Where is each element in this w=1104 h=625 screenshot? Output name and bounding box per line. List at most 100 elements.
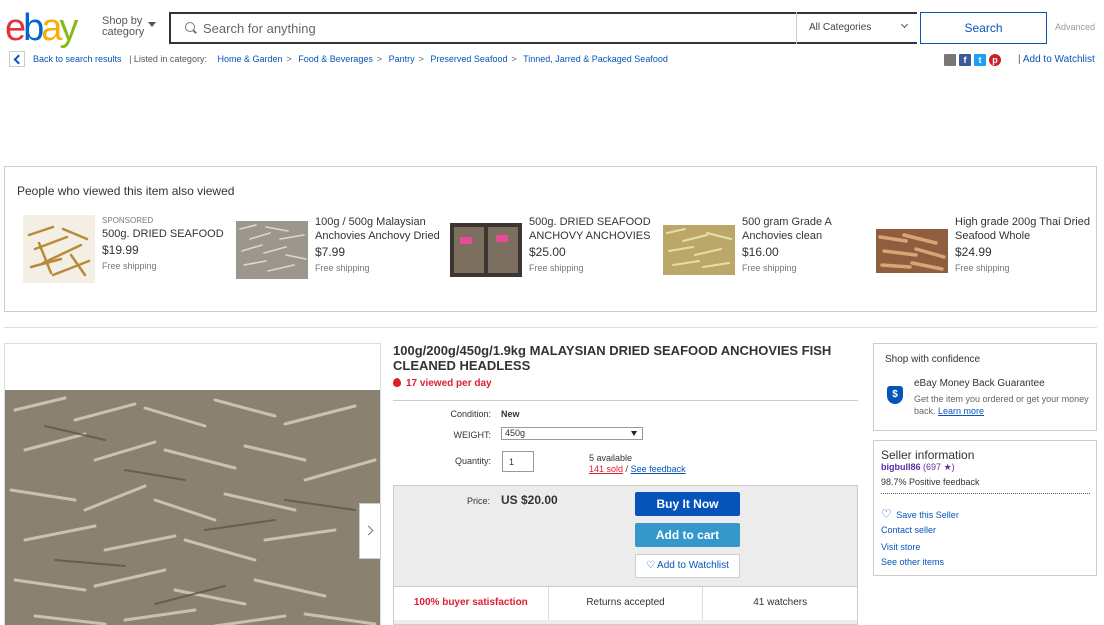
search-input[interactable] <box>203 18 793 38</box>
flame-icon <box>393 378 401 387</box>
contact-seller-link[interactable]: Contact seller <box>881 525 936 535</box>
star-icon: ★ <box>943 462 952 472</box>
slash-separator: / <box>625 464 629 474</box>
shop-by-category-button[interactable]: Shop by category <box>102 16 158 38</box>
also-viewed-item[interactable]: High grade 200g Thai Dried Seafood Whole… <box>876 215 1090 285</box>
also-viewed-item[interactable]: 500 gram Grade A Anchovies clean $16.00 … <box>663 215 873 285</box>
shield-icon: $ <box>887 386 903 404</box>
chevron-down-icon <box>900 20 909 29</box>
breadcrumb-pantry[interactable]: Pantry <box>389 54 415 64</box>
share-icons: f t p <box>944 54 1001 66</box>
item-title[interactable]: 500 gram Grade A Anchovies clean <box>742 215 882 243</box>
anchovies-photo <box>5 390 380 625</box>
also-viewed-item[interactable]: SPONSORED 500g. DRIED SEAFOOD $19.99 Fre… <box>23 215 233 285</box>
save-seller-link[interactable]: ♡ Save this Seller <box>881 507 959 521</box>
viewed-text: 17 viewed per day <box>406 378 492 389</box>
seller-name-link[interactable]: bigbull86 <box>881 462 921 472</box>
email-icon[interactable] <box>944 54 956 66</box>
breadcrumb-home-garden[interactable]: Home & Garden <box>217 54 282 64</box>
breadcrumb-food-beverages[interactable]: Food & Beverages <box>298 54 373 64</box>
add-to-watchlist-button[interactable]: ♡ Add to Watchlist <box>635 554 740 578</box>
shop-with-confidence: Shop with confidence $ eBay Money Back G… <box>873 343 1097 431</box>
search-icon <box>185 22 195 32</box>
section-divider <box>4 327 1097 328</box>
product-thumbnail <box>236 221 308 279</box>
learn-more-link[interactable]: Learn more <box>938 406 984 416</box>
back-to-results-link[interactable]: Back to search results <box>33 54 122 64</box>
item-title[interactable]: High grade 200g Thai Dried Seafood Whole <box>955 215 1095 243</box>
visit-store-link[interactable]: Visit store <box>881 542 920 552</box>
weight-select[interactable]: 450g <box>501 427 643 440</box>
ebay-logo[interactable]: ebay <box>5 6 78 50</box>
product-thumbnail <box>23 215 95 283</box>
search-bar: All Categories <box>169 12 917 44</box>
buy-panel: Price: US $20.00 Buy It Now Add to cart … <box>393 485 858 625</box>
seller-name-row: bigbull86 (697 ★) <box>881 462 955 473</box>
buy-it-now-button[interactable]: Buy It Now <box>635 492 740 516</box>
score-close: ) <box>951 462 955 472</box>
returns-accepted: Returns accepted <box>549 587 704 620</box>
add-to-watchlist-link[interactable]: Add to Watchlist <box>1023 54 1095 65</box>
breadcrumb-separator: > <box>286 54 292 64</box>
advanced-search-link[interactable]: Advanced <box>1055 22 1095 32</box>
feedback-score[interactable]: (697 <box>923 462 941 472</box>
add-to-watchlist-label: Add to Watchlist <box>657 560 729 571</box>
breadcrumb-separator: > <box>418 54 424 64</box>
also-viewed-item[interactable]: 100g / 500g Malaysian Anchovies Anchovy … <box>236 215 446 285</box>
logo-letter-b: b <box>23 7 44 49</box>
listed-in-label: | Listed in category: <box>129 54 207 64</box>
add-to-cart-button[interactable]: Add to cart <box>635 523 740 547</box>
logo-letter-a: a <box>41 7 62 49</box>
search-button[interactable]: Search <box>920 12 1047 44</box>
see-other-items-link[interactable]: See other items <box>881 557 944 567</box>
twitter-icon[interactable]: t <box>974 54 986 66</box>
back-arrow-icon[interactable] <box>9 51 25 67</box>
breadcrumb-separator: > <box>511 54 517 64</box>
item-price: $25.00 <box>529 245 566 259</box>
weight-label: WEIGHT: <box>453 430 492 440</box>
logo-letter-y: y <box>59 7 78 49</box>
item-price: $19.99 <box>102 243 139 257</box>
logo-letter-e: e <box>5 7 26 49</box>
item-price: $16.00 <box>742 245 779 259</box>
seller-divider <box>881 493 1090 494</box>
main-product-image[interactable] <box>4 343 381 625</box>
viewed-per-day: 17 viewed per day <box>393 378 492 389</box>
quantity-label: Quantity: <box>454 456 491 466</box>
breadcrumb: Back to search results | Listed in categ… <box>33 54 668 64</box>
pipe-separator: | <box>1018 54 1021 65</box>
facebook-icon[interactable]: f <box>959 54 971 66</box>
item-title[interactable]: 100g / 500g Malaysian Anchovies Anchovy … <box>315 215 455 243</box>
item-title: 100g/200g/450g/1.9kg MALAYSIAN DRIED SEA… <box>393 343 832 373</box>
category-select[interactable]: All Categories <box>796 12 919 44</box>
next-image-arrow[interactable] <box>359 503 381 559</box>
money-back-title: eBay Money Back Guarantee <box>914 378 1045 389</box>
category-select-value: All Categories <box>809 22 872 33</box>
also-viewed-item[interactable]: 500g. DRIED SEAFOOD ANCHOVY ANCHOVIES $2… <box>450 215 660 285</box>
item-title[interactable]: 500g. DRIED SEAFOOD <box>102 227 242 241</box>
breadcrumb-separator: > <box>376 54 383 64</box>
product-thumbnail <box>450 223 522 277</box>
item-shipping: Free shipping <box>102 261 157 271</box>
quantity-input[interactable] <box>502 451 534 472</box>
heart-icon: ♡ <box>646 560 656 571</box>
item-stats: 100% buyer satisfaction Returns accepted… <box>394 586 857 620</box>
item-title[interactable]: 500g. DRIED SEAFOOD ANCHOVY ANCHOVIES <box>529 215 669 243</box>
money-back-text: Get the item you ordered or get your mon… <box>914 393 1090 417</box>
chevron-down-icon <box>148 22 156 27</box>
item-shipping: Free shipping <box>955 263 1010 273</box>
breadcrumb-preserved-seafood[interactable]: Preserved Seafood <box>430 54 507 64</box>
title-divider <box>393 400 858 401</box>
confidence-heading: Shop with confidence <box>885 354 981 365</box>
item-shipping: Free shipping <box>315 263 370 273</box>
watchers-count: 41 watchers <box>753 597 808 608</box>
buyer-satisfaction: 100% buyer satisfaction <box>394 587 549 620</box>
available-count: 5 available <box>589 453 633 463</box>
breadcrumb-tinned-seafood[interactable]: Tinned, Jarred & Packaged Seafood <box>523 54 668 64</box>
see-feedback-link[interactable]: See feedback <box>631 464 686 474</box>
sold-count-link[interactable]: 141 sold <box>589 464 623 474</box>
pinterest-icon[interactable]: p <box>989 54 1001 66</box>
item-shipping: Free shipping <box>742 263 797 273</box>
also-viewed-heading: People who viewed this item also viewed <box>17 184 235 198</box>
sponsored-label: SPONSORED <box>102 216 154 225</box>
